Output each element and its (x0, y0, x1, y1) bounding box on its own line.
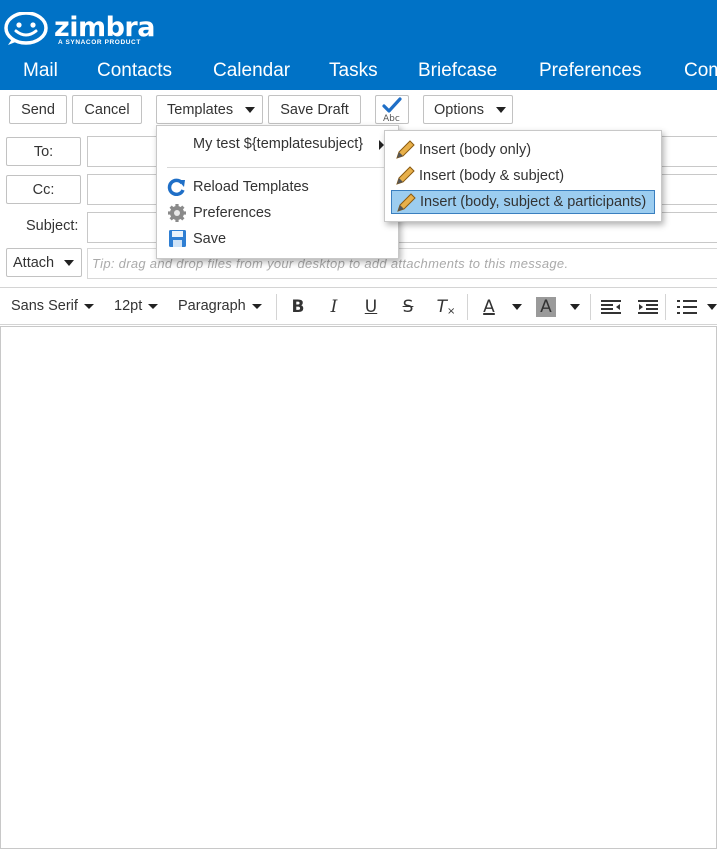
options-button[interactable]: Options (423, 95, 513, 124)
font-family-value: Sans Serif (11, 298, 78, 314)
pencil-icon (396, 140, 415, 159)
clear-formatting-glyph: T (436, 297, 447, 317)
submenu-item-insert-body-subject[interactable]: Insert (body & subject) (391, 164, 655, 188)
toolbar-divider (665, 294, 666, 320)
menu-item-label: My test ${templatesubject} (193, 136, 364, 152)
italic-icon[interactable]: I (323, 296, 345, 318)
spellcheck-icon: Abc (382, 97, 402, 124)
highlight-color-icon[interactable]: A (536, 297, 556, 317)
message-body-editor[interactable] (0, 326, 717, 849)
send-button[interactable]: Send (9, 95, 67, 124)
chevron-down-icon[interactable] (570, 304, 580, 310)
chevron-down-icon (245, 106, 256, 113)
chevron-down-icon (83, 303, 94, 309)
bold-icon[interactable]: B (287, 296, 309, 318)
submenu-item-insert-body-only[interactable]: Insert (body only) (391, 138, 655, 162)
spellcheck-button[interactable]: Abc (375, 95, 409, 124)
submenu-item-insert-body-subject-participants[interactable]: Insert (body, subject & participants) (391, 190, 655, 214)
menu-item-label: Save (193, 231, 227, 247)
chevron-down-icon (64, 259, 75, 266)
pencil-icon (396, 166, 415, 185)
nav-com[interactable]: Com (684, 60, 717, 82)
block-format-value: Paragraph (178, 298, 246, 314)
nav-briefcase[interactable]: Briefcase (418, 60, 497, 82)
options-label: Options (434, 101, 484, 118)
template-insert-submenu: Insert (body only) Insert (body & subjec… (384, 130, 662, 222)
submenu-item-label: Insert (body only) (419, 142, 532, 158)
indent-glyph (638, 300, 658, 314)
indent-icon[interactable] (637, 296, 659, 318)
toolbar-divider (467, 294, 468, 320)
save-icon (169, 230, 186, 247)
main-nav: Mail Contacts Calendar Tasks Briefcase P… (0, 52, 717, 90)
menu-item-save[interactable]: Save (157, 227, 398, 251)
subject-label: Subject: (26, 218, 79, 234)
text-color-icon[interactable]: A (478, 296, 500, 318)
nav-contacts[interactable]: Contacts (97, 60, 172, 82)
send-label: Send (21, 101, 55, 118)
cc-label: Cc: (32, 181, 55, 198)
chevron-down-icon (148, 303, 159, 309)
attach-label: Attach (13, 254, 55, 271)
underline-icon[interactable]: U (360, 296, 382, 318)
spellcheck-text: Abc (383, 114, 400, 123)
gear-icon (168, 204, 186, 222)
menu-item-label: Preferences (193, 205, 272, 221)
bullet-list-icon[interactable] (676, 296, 698, 318)
logo-subtitle: A SYNACOR PRODUCT (58, 39, 141, 46)
attach-button[interactable]: Attach (6, 248, 82, 277)
chevron-down-icon[interactable] (707, 304, 717, 310)
chevron-down-icon (495, 106, 506, 113)
font-size-value: 12pt (114, 298, 143, 314)
menu-item-label: Reload Templates (193, 179, 309, 195)
cancel-label: Cancel (84, 101, 130, 118)
chevron-down-icon (251, 303, 262, 309)
block-format-select[interactable]: Paragraph (178, 298, 262, 314)
clear-formatting-icon[interactable]: T × (435, 296, 457, 318)
to-button[interactable]: To: (6, 137, 81, 166)
menu-item-my-test-template[interactable]: My test ${templatesubject} (157, 132, 398, 156)
menu-divider (167, 167, 388, 168)
templates-label: Templates (167, 101, 234, 118)
nav-mail[interactable]: Mail (23, 60, 58, 82)
editor-toolbar: Sans Serif 12pt Paragraph B I U S T × A A (0, 287, 717, 325)
nav-preferences[interactable]: Preferences (539, 60, 641, 82)
menu-item-reload-templates[interactable]: Reload Templates (157, 175, 398, 199)
outdent-glyph (601, 300, 621, 314)
toolbar-divider (276, 294, 277, 320)
zimbra-logo-icon (4, 12, 48, 45)
cancel-button[interactable]: Cancel (72, 95, 142, 124)
outdent-icon[interactable] (600, 296, 622, 318)
font-family-select[interactable]: Sans Serif (11, 298, 94, 314)
menu-item-preferences[interactable]: Preferences (157, 201, 398, 225)
submenu-item-label: Insert (body & subject) (419, 168, 565, 184)
to-label: To: (33, 143, 54, 160)
refresh-icon (167, 178, 185, 196)
templates-button[interactable]: Templates (156, 95, 263, 124)
app-header: zimbra A SYNACOR PRODUCT Mail Contacts C… (0, 0, 717, 90)
save-draft-button[interactable]: Save Draft (268, 95, 361, 124)
nav-calendar[interactable]: Calendar (213, 60, 290, 82)
chevron-down-icon[interactable] (512, 304, 522, 310)
toolbar-divider (590, 294, 591, 320)
submenu-item-label: Insert (body, subject & participants) (420, 194, 647, 210)
pencil-icon (397, 193, 416, 212)
strikethrough-icon[interactable]: S (397, 296, 419, 318)
cc-button[interactable]: Cc: (6, 175, 81, 204)
font-size-select[interactable]: 12pt (114, 298, 159, 314)
clear-x-icon: × (447, 305, 456, 317)
nav-tasks[interactable]: Tasks (329, 60, 378, 82)
bullet-list-glyph (677, 300, 697, 314)
zimbra-logo[interactable]: zimbra A SYNACOR PRODUCT (4, 12, 155, 48)
templates-menu: My test ${templatesubject} Reload Templa… (156, 125, 399, 259)
save-draft-label: Save Draft (280, 101, 349, 118)
